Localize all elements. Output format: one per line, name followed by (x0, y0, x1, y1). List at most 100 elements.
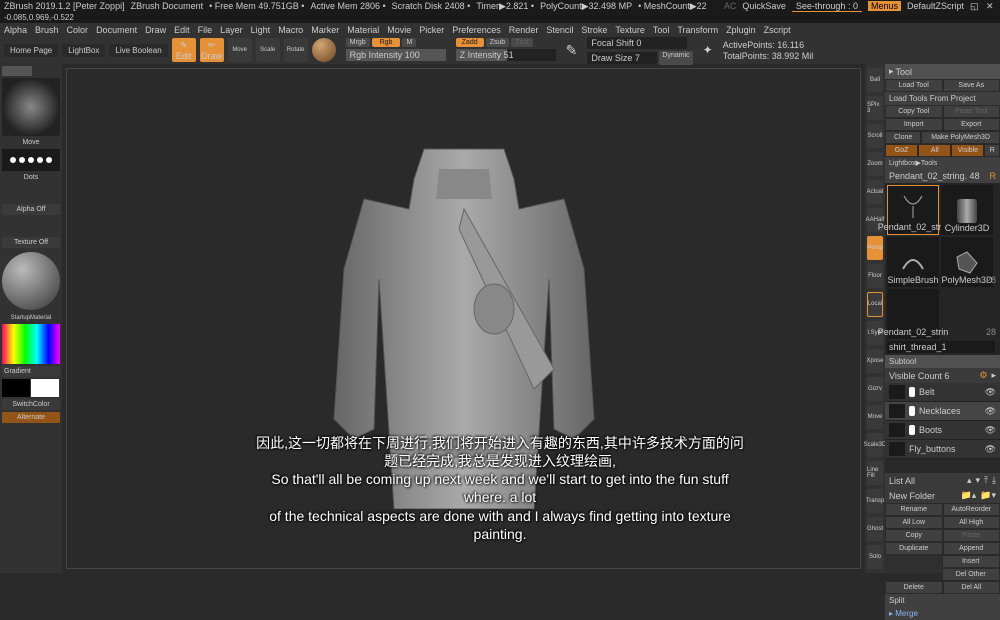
makepoly-button[interactable]: Make PolyMesh3D (921, 131, 1000, 144)
righttool-spix-3[interactable]: SPix 3 (867, 96, 883, 120)
subtool-belt[interactable]: Belt👁 (885, 383, 1000, 402)
insert-button[interactable]: Insert (942, 555, 1000, 568)
rename-button[interactable]: Rename (885, 503, 943, 516)
righttool-ghost[interactable]: Ghost (867, 517, 883, 541)
righttool-solo[interactable]: Solo (867, 545, 883, 569)
list-all[interactable]: List All▴▾⤒⤓ (885, 473, 1000, 488)
righttool-transp[interactable]: Transp (867, 489, 883, 513)
righttool-actual[interactable]: Actual (867, 180, 883, 204)
eye-icon[interactable]: 👁 (985, 387, 996, 398)
seethrough-slider[interactable]: See-through : 0 (792, 1, 862, 12)
menu-stencil[interactable]: Stencil (546, 25, 573, 35)
paste-button[interactable]: Paste (943, 529, 1000, 542)
swatch-main[interactable] (2, 379, 30, 397)
menu-color[interactable]: Color (67, 25, 89, 35)
menu-draw[interactable]: Draw (145, 25, 166, 35)
menu-light[interactable]: Light (251, 25, 271, 35)
menu-edit[interactable]: Edit (174, 25, 190, 35)
delete-button[interactable]: Delete (885, 581, 943, 594)
bottom-icon[interactable]: ⤓ (992, 475, 996, 486)
gear-icon[interactable]: ⚙ (979, 370, 987, 381)
autoreorder-button[interactable]: AutoReorder (943, 503, 1000, 516)
righttool-floor[interactable]: Floor (867, 264, 883, 288)
menu-file[interactable]: File (198, 25, 213, 35)
liveboolean-button[interactable]: Live Boolean (109, 44, 167, 57)
brush-preview[interactable] (2, 78, 60, 136)
tool-item-pendant[interactable]: Pendant_02_strin (887, 185, 939, 235)
edit-button[interactable]: ✎Edit (172, 38, 196, 62)
export-button[interactable]: Export (943, 118, 1000, 131)
subtool-boots[interactable]: Boots👁 (885, 421, 1000, 440)
swatch-secondary[interactable] (31, 379, 59, 397)
all-button[interactable]: All (918, 144, 951, 157)
tool-panel-header[interactable]: ▸Tool (885, 64, 1000, 79)
eye-icon[interactable]: 👁 (985, 444, 996, 455)
pen-icon[interactable]: ✎ (566, 42, 578, 59)
subtool-fly-buttons[interactable]: Fly_buttons👁 (885, 440, 1000, 459)
z-intensity-slider[interactable]: Z Intensity 51 (456, 49, 556, 61)
merge-button[interactable]: ▸ Merge (885, 607, 1000, 620)
righttool-persp[interactable]: Persp (867, 236, 883, 260)
menu-document[interactable]: Document (96, 25, 137, 35)
righttool-ball[interactable]: Ball (867, 68, 883, 92)
color-picker[interactable] (2, 324, 60, 364)
tool-item-pendant2[interactable]: 28Pendant_02_strin (887, 289, 939, 339)
menu-macro[interactable]: Macro (278, 25, 303, 35)
default-zscript[interactable]: DefaultZScript (907, 1, 964, 11)
menu-layer[interactable]: Layer (220, 25, 243, 35)
zadd-button[interactable]: Zadd (456, 38, 484, 47)
new-folder[interactable]: New Folder📁▴📁▾ (885, 488, 1000, 503)
dynamic-button[interactable]: Dynamic (659, 51, 692, 65)
rotate-button[interactable]: Rotate (284, 38, 308, 62)
menu-zscript[interactable]: Zscript (764, 25, 791, 35)
gradient-button[interactable]: Gradient (2, 366, 60, 377)
r-button[interactable]: R (984, 144, 1000, 157)
righttool-line-fill[interactable]: Line Fill (867, 461, 883, 485)
nav-icon[interactable]: ✦ (703, 43, 713, 57)
menu-material[interactable]: Material (347, 25, 379, 35)
loadproject-button[interactable]: Load Tools From Project (885, 92, 1000, 105)
tool-item-cylinder[interactable]: Cylinder3D (941, 185, 993, 235)
r-icon[interactable]: R (990, 171, 997, 181)
home-button[interactable]: Home Page (4, 44, 58, 57)
clone-button[interactable]: Clone (885, 131, 921, 144)
down-icon[interactable]: ▾ (976, 475, 981, 486)
pastetool-button[interactable]: Paste Tool (943, 105, 1000, 118)
move-button[interactable]: Move (228, 38, 252, 62)
pendant-slider[interactable]: Pendant_02_string. 48R (885, 169, 1000, 183)
import-button[interactable]: Import (885, 118, 943, 131)
visible-count[interactable]: Visible Count 6⚙▸ (885, 368, 1000, 383)
goz-button[interactable]: GoZ (885, 144, 918, 157)
menu-stroke[interactable]: Stroke (581, 25, 607, 35)
draw-button[interactable]: ✏Draw (200, 38, 224, 62)
righttool-gizrv[interactable]: Gizrv (867, 377, 883, 401)
delother-button[interactable]: Del Other (942, 568, 1000, 581)
saveas-button[interactable]: Save As (943, 79, 1000, 92)
visible-button[interactable]: Visible (951, 144, 984, 157)
zsub-button[interactable]: Zsub (486, 38, 510, 47)
alllow-button[interactable]: All Low (885, 516, 943, 529)
stroke-preview[interactable] (2, 149, 60, 171)
zcut-button[interactable]: Zcut (511, 38, 533, 47)
menu-render[interactable]: Render (509, 25, 539, 35)
quicksave-button[interactable]: QuickSave (742, 1, 786, 11)
split-button[interactable]: Split (885, 594, 1000, 607)
allhigh-button[interactable]: All High (943, 516, 1000, 529)
chevron-icon[interactable]: ▸ (991, 370, 996, 381)
alpha-off-button[interactable]: Alpha Off (2, 204, 60, 215)
lightbox-button[interactable]: LightBox (62, 44, 105, 57)
window-icon[interactable]: ◱ (970, 1, 980, 12)
tool-item-polymesh[interactable]: 28PolyMesh3D (941, 237, 993, 287)
material-preview[interactable] (2, 252, 60, 310)
menu-brush[interactable]: Brush (35, 25, 59, 35)
switch-color-button[interactable]: SwitchColor (2, 399, 60, 410)
delall-button[interactable]: Del All (943, 581, 1000, 594)
append-button[interactable]: Append (943, 542, 1000, 555)
menu-transform[interactable]: Transform (677, 25, 718, 35)
folder-down-icon[interactable]: 📁▾ (980, 490, 996, 501)
subtool-necklaces[interactable]: Necklaces👁 (885, 402, 1000, 421)
menus-button[interactable]: Menus (868, 1, 901, 11)
scale-button[interactable]: Scale (256, 38, 280, 62)
eye-icon[interactable]: 👁 (985, 425, 996, 436)
righttool-zoom[interactable]: Zoom (867, 152, 883, 176)
